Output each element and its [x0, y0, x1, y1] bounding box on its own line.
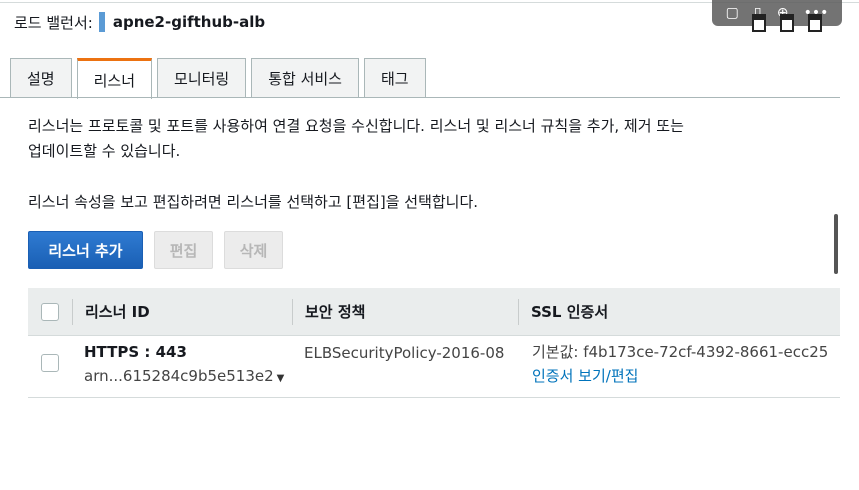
select-all-checkbox[interactable] [41, 302, 59, 321]
table-header: 리스너 ID 보안 정책 SSL 인증서 [28, 288, 840, 336]
load-balancer-marker [98, 12, 105, 32]
add-listener-button[interactable]: 리스너 추가 [28, 231, 143, 269]
listener-description: 리스너는 프로토콜 및 포트를 사용하여 연결 요청을 수신합니다. 리스너 및… [28, 114, 828, 164]
window-icon-3[interactable] [808, 14, 822, 32]
scrollbar[interactable] [834, 214, 838, 274]
tab-listeners[interactable]: 리스너 [76, 58, 153, 99]
column-separator [518, 298, 519, 325]
window-icon-1[interactable] [752, 14, 766, 32]
sub-toolbar [752, 14, 822, 32]
listener-arn[interactable]: arn...615284c9b5e513e2 ▼ [84, 366, 292, 389]
header-ssl-certificate[interactable]: SSL 인증서 [518, 288, 840, 336]
tab-integrated-services[interactable]: 통합 서비스 [251, 58, 359, 98]
tab-description[interactable]: 설명 [10, 58, 72, 98]
description-line-3: 리스너 속성을 보고 편집하려면 리스너를 선택하고 [편집]을 선택합니다. [28, 193, 479, 211]
ssl-certificate-cell: 기본값: f4b173ce-72cf-4392-8661-ecc25 인증서 보… [518, 336, 840, 397]
column-separator [292, 298, 293, 325]
load-balancer-name: apne2-gifthub-alb [112, 13, 266, 31]
listener-id-cell: HTTPS : 443 arn...615284c9b5e513e2 ▼ [72, 336, 292, 397]
view-edit-certificate-link[interactable]: 인증서 보기/편집 [532, 366, 638, 386]
edit-button[interactable]: 편집 [154, 231, 213, 269]
header-listener-id-label: 리스너 ID [85, 303, 150, 321]
description-line-2: 업데이트할 수 있습니다. [28, 142, 181, 160]
caret-down-icon[interactable]: ▼ [277, 373, 285, 384]
tab-tags[interactable]: 태그 [364, 58, 426, 98]
column-separator [72, 298, 73, 325]
row-select-cell [28, 336, 72, 397]
load-balancer-header: 로드 밸런서: apne2-gifthub-alb [14, 10, 265, 34]
description-line-1: 리스너는 프로토콜 및 포트를 사용하여 연결 요청을 수신합니다. 리스너 및… [28, 117, 684, 135]
tab-bar: 설명 리스너 모니터링 통합 서비스 태그 [10, 58, 426, 99]
table-row[interactable]: HTTPS : 443 arn...615284c9b5e513e2 ▼ ELBS… [28, 336, 840, 398]
comment-icon[interactable]: ▢ [726, 6, 739, 20]
select-all-cell [28, 302, 72, 321]
window-icon-2[interactable] [780, 14, 794, 32]
load-balancer-label: 로드 밸런서: [14, 13, 93, 32]
tab-monitoring[interactable]: 모니터링 [157, 58, 247, 98]
tabs-divider [0, 97, 840, 98]
ssl-default-certificate: 기본값: f4b173ce-72cf-4392-8661-ecc25 [532, 343, 829, 361]
header-ssl-certificate-label: SSL 인증서 [531, 303, 609, 321]
header-listener-id[interactable]: 리스너 ID [72, 288, 292, 336]
row-checkbox[interactable] [41, 354, 59, 372]
listeners-table: 리스너 ID 보안 정책 SSL 인증서 HTTPS : 443 arn...6… [28, 288, 840, 398]
security-policy-cell: ELBSecurityPolicy-2016-08 [304, 344, 505, 362]
listener-arn-text: arn...615284c9b5e513e2 [84, 367, 274, 385]
header-security-policy[interactable]: 보안 정책 [292, 288, 518, 336]
header-security-policy-label: 보안 정책 [305, 303, 366, 321]
delete-button[interactable]: 삭제 [224, 231, 283, 269]
listener-protocol: HTTPS : 443 [84, 343, 187, 361]
